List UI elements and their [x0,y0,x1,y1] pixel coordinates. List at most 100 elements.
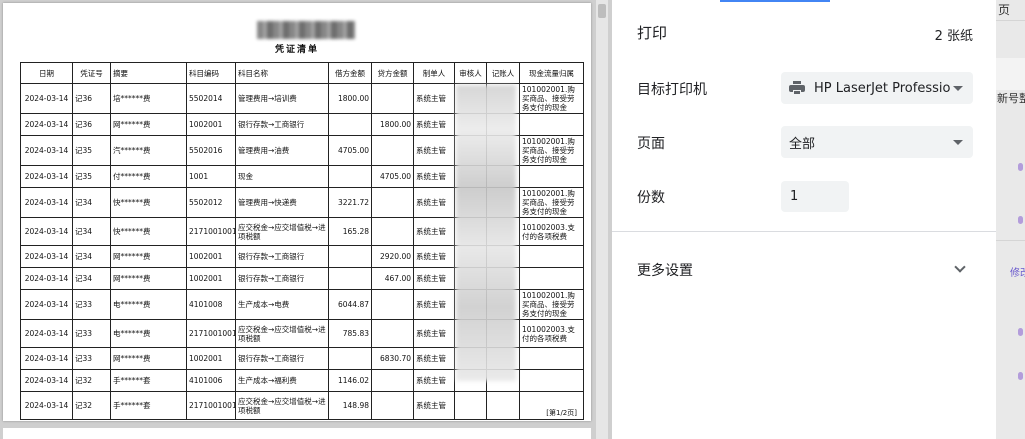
cell-code: 1002001 [186,347,236,370]
cell-no: 记35 [72,165,111,188]
column-header: 科目名称 [235,62,329,84]
destination-select[interactable]: HP LaserJet Professio [781,72,973,104]
preview-page-1: 凭证清单 日期 凭证号 摘要 科目编码 科目名称 借方金额 贷方金额 制单人 审… [3,3,591,421]
preview-page-2 [3,428,591,439]
cell-account: 银行存款→工商银行 [235,347,329,370]
cell-cashflow [519,369,584,392]
dropdown-arrow-icon [953,140,963,145]
background-edit-link[interactable]: 修改 [1010,264,1025,279]
cell-code: 5502014 [186,83,236,114]
cell-summary: 电******费 [110,289,187,320]
destination-label: 目标打印机 [637,82,707,98]
cell-date: 2024-03-14 [20,347,73,370]
background-panel [996,58,1025,90]
cell-summary: 网******费 [110,113,187,136]
cell-no: 记36 [72,113,111,136]
cell-summary: 网******费 [110,267,187,290]
cell-code: 1002001 [186,245,236,268]
cell-credit [371,217,414,246]
pages-value: 全部 [789,136,816,152]
cell-debit [328,267,372,290]
cell-maker: 系统主管 [413,289,455,320]
cell-summary: 网******费 [110,245,187,268]
cell-debit: 1800.00 [328,83,372,114]
cell-date: 2024-03-14 [20,391,73,420]
cell-cashflow: 101002003.支付的各项税费 [519,217,584,246]
copies-input[interactable]: 1 [781,181,849,212]
cell-debit: 785.83 [328,319,372,348]
cell-maker: 系统主管 [413,83,455,114]
pages-select[interactable]: 全部 [781,126,973,158]
cell-cashflow [519,267,584,290]
cell-credit [371,187,414,218]
cell-summary: 快******费 [110,217,187,246]
cell-account: 现金 [235,165,329,188]
cell-no: 记33 [72,319,111,348]
column-header: 现金流量归属 [519,62,584,84]
pages-label: 页面 [637,136,665,152]
cell-cashflow: 101002001.购买商品、接受劳务支付的现金 [519,135,584,166]
cell-debit: 148.98 [328,391,372,420]
page-indicator: [第1/2页] [546,409,577,417]
preview-scrollbar[interactable] [596,0,608,439]
print-settings-panel: 打印 2 张纸 目标打印机 HP LaserJet Professio 页面 全… [612,0,996,439]
cell-no: 记35 [72,135,111,166]
cell-account: 生产成本→福利费 [235,369,329,392]
column-header: 科目编码 [186,62,236,84]
table-header-row: 日期 凭证号 摘要 科目编码 科目名称 借方金额 贷方金额 制单人 审核人 记账… [20,62,584,84]
cell-debit: 4705.00 [328,135,372,166]
table-row: 2024-03-14 记32 手******套 2171001001 应交税金→应交增值… [20,391,584,420]
column-header: 借方金额 [328,62,372,84]
cell-maker: 系统主管 [413,267,455,290]
cell-date: 2024-03-14 [20,187,73,218]
cell-account: 应交税金→应交增值税→进项税额 [235,391,329,420]
background-marker-icon [1018,372,1023,380]
cell-credit [371,83,414,114]
cell-credit: 6830.70 [371,347,414,370]
background-marker-icon [1018,163,1023,171]
cell-summary: 手******套 [110,369,187,392]
preview-scrollbar-thumb[interactable] [598,4,606,18]
copies-label: 份数 [637,190,665,206]
cell-date: 2024-03-14 [20,165,73,188]
cell-cashflow: 101002001.购买商品、接受劳务支付的现金 [519,289,584,320]
cell-date: 2024-03-14 [20,113,73,136]
cell-no: 记34 [72,245,111,268]
cell-date: 2024-03-14 [20,319,73,348]
cell-code: 1002001 [186,113,236,136]
cell-debit [328,165,372,188]
cell-credit [371,369,414,392]
cell-code: 2171001001 [186,319,236,348]
cell-code: 1002001 [186,267,236,290]
cell-account: 银行存款→工商银行 [235,267,329,290]
cell-maker: 系统主管 [413,369,455,392]
document-subtitle: 凭证清单 [274,45,319,55]
cell-credit [371,135,414,166]
cell-account: 银行存款→工商银行 [235,113,329,136]
cell-account: 管理费用→培训费 [235,83,329,114]
cell-debit: 3221.72 [328,187,372,218]
cell-code: 4101008 [186,289,236,320]
cell-cashflow: 101002001.购买商品、接受劳务支付的现金 [519,83,584,114]
panel-divider [612,231,996,232]
more-settings-toggle[interactable]: 更多设置 [637,260,693,280]
cell-maker: 系统主管 [413,217,455,246]
cell-debit: 6044.87 [328,289,372,320]
print-preview-area[interactable]: 凭证清单 日期 凭证号 摘要 科目编码 科目名称 借方金额 贷方金额 制单人 审… [0,0,612,439]
cell-date: 2024-03-14 [20,217,73,246]
background-app-strip: 页 新号整 修改 [996,0,1025,439]
cell-maker: 系统主管 [413,187,455,218]
cell-no: 记32 [72,391,111,420]
cell-summary: 手******套 [110,391,187,420]
cell-cashflow [519,347,584,370]
cell-code: 2171001001 [186,391,236,420]
sheet-count: 2 张纸 [934,29,973,44]
print-title: 打印 [637,24,668,42]
cell-no: 记33 [72,347,111,370]
printer-icon [789,81,805,95]
cell-summary: 网******费 [110,347,187,370]
chevron-down-icon[interactable] [954,261,966,273]
top-accent-bar [720,0,830,2]
cell-debit: 165.28 [328,217,372,246]
cell-summary: 快******费 [110,187,187,218]
